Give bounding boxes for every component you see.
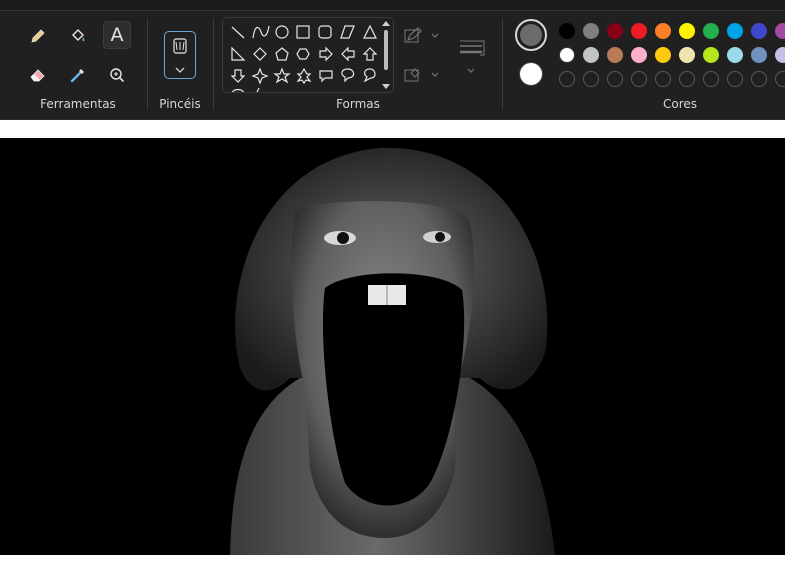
palette-color-swatch[interactable]: [703, 47, 719, 63]
palette-color-swatch[interactable]: [727, 47, 743, 63]
palette-color-swatch[interactable]: [583, 23, 599, 39]
heart-shape-icon: [231, 88, 245, 92]
zoom-icon: [110, 68, 124, 82]
palette-color-swatch[interactable]: [775, 47, 785, 63]
text-tool-button[interactable]: A: [103, 21, 131, 49]
shapes-grid: [230, 24, 378, 92]
palette-color-swatch[interactable]: [631, 47, 647, 63]
five-point-star-shape-icon: [273, 67, 291, 84]
text-tool-icon: A: [110, 24, 124, 46]
palette-color-swatch[interactable]: [727, 23, 743, 39]
palette-color-swatch[interactable]: [607, 47, 623, 63]
drawing-canvas[interactable]: [0, 138, 785, 555]
primary-color-fill: [520, 24, 542, 46]
custom-color-slot[interactable]: [775, 71, 785, 87]
group-divider: [147, 18, 148, 110]
line-shape-icon: [231, 26, 245, 39]
rounded-rectangle-shape-icon: [318, 25, 332, 39]
fill-dropdown[interactable]: [402, 61, 446, 89]
shapes-scrollbar[interactable]: [381, 20, 390, 89]
rectangle-shape-icon: [296, 25, 310, 39]
eraser-icon: [30, 69, 45, 82]
brush-icon: [173, 38, 187, 73]
custom-color-slot[interactable]: [751, 71, 767, 87]
group-divider: [213, 18, 214, 110]
six-point-star-shape-icon: [296, 67, 312, 85]
palette-color-swatch[interactable]: [775, 23, 785, 39]
shape-fill-icon: [404, 68, 439, 82]
left-arrow-shape-icon: [341, 46, 355, 62]
scroll-up-icon: [382, 21, 390, 26]
palette-color-swatch[interactable]: [655, 23, 671, 39]
palette-color-swatch[interactable]: [751, 23, 767, 39]
ribbon-toolbar: A Ferramentas Pincéis Formas Cores: [0, 0, 785, 120]
palette-color-swatch[interactable]: [559, 47, 575, 63]
custom-color-slot[interactable]: [703, 71, 719, 87]
diamond-shape-icon: [253, 47, 267, 61]
custom-color-slot[interactable]: [679, 71, 695, 87]
pencil-icon: [31, 29, 45, 43]
paint-bucket-icon: [72, 29, 85, 42]
hexagon-shape-icon: [296, 48, 310, 60]
palette-color-swatch[interactable]: [607, 23, 623, 39]
pencil-tool-button[interactable]: [24, 22, 52, 50]
brushes-group-label: Pincéis: [159, 97, 201, 111]
ribbon-top-strip: [0, 0, 785, 11]
up-arrow-shape-icon: [362, 47, 378, 61]
polygon-shape-icon: [340, 25, 355, 39]
magnifier-tool-button[interactable]: [103, 61, 131, 89]
palette-color-swatch[interactable]: [751, 47, 767, 63]
right-arrow-shape-icon: [319, 46, 333, 62]
group-divider: [502, 18, 503, 110]
chevron-down-icon: [175, 67, 185, 73]
triangle-shape-icon: [363, 24, 377, 39]
shapes-gallery: [222, 17, 394, 93]
outline-brush-icon: [404, 27, 439, 43]
secondary-color-swatch[interactable]: [519, 62, 543, 86]
rectangular-callout-shape-icon: [319, 70, 333, 83]
scroll-down-icon: [382, 84, 390, 89]
right-triangle-shape-icon: [231, 46, 246, 61]
scrollbar-icon: [382, 21, 390, 89]
custom-color-slot[interactable]: [727, 71, 743, 87]
oval-shape-icon: [275, 25, 289, 39]
palette-color-swatch[interactable]: [703, 23, 719, 39]
shapes-group-label: Formas: [336, 97, 380, 111]
color-picker-tool-button[interactable]: [64, 61, 92, 89]
palette-color-swatch[interactable]: [679, 47, 695, 63]
lightning-shape-icon: [256, 87, 260, 92]
brushes-button[interactable]: [164, 31, 196, 79]
custom-color-slot[interactable]: [631, 71, 647, 87]
oval-callout-shape-icon: [341, 68, 355, 83]
palette-color-swatch[interactable]: [679, 23, 695, 39]
palette-color-swatch[interactable]: [583, 47, 599, 63]
palette-color-swatch[interactable]: [655, 47, 671, 63]
eyedropper-icon: [70, 69, 84, 83]
custom-color-slot[interactable]: [655, 71, 671, 87]
line-size-icon: [460, 40, 485, 73]
palette-color-swatch[interactable]: [559, 23, 575, 39]
down-arrow-shape-icon: [230, 69, 246, 83]
pentagon-shape-icon: [275, 47, 289, 61]
canvas-image: [0, 138, 785, 555]
custom-color-slot[interactable]: [583, 71, 599, 87]
custom-color-slot[interactable]: [559, 71, 575, 87]
eraser-tool-button[interactable]: [24, 61, 52, 89]
palette-color-swatch[interactable]: [631, 23, 647, 39]
custom-color-slot[interactable]: [607, 71, 623, 87]
colors-group-label: Cores: [662, 97, 698, 111]
fill-tool-button[interactable]: [64, 22, 92, 50]
four-point-star-shape-icon: [251, 67, 269, 85]
curve-shape-icon: [252, 25, 270, 39]
tools-group-label: Ferramentas: [40, 97, 116, 111]
primary-color-swatch[interactable]: [515, 19, 547, 51]
size-dropdown[interactable]: [455, 33, 489, 77]
cloud-callout-shape-icon: [363, 68, 376, 83]
outline-dropdown[interactable]: [402, 22, 446, 50]
